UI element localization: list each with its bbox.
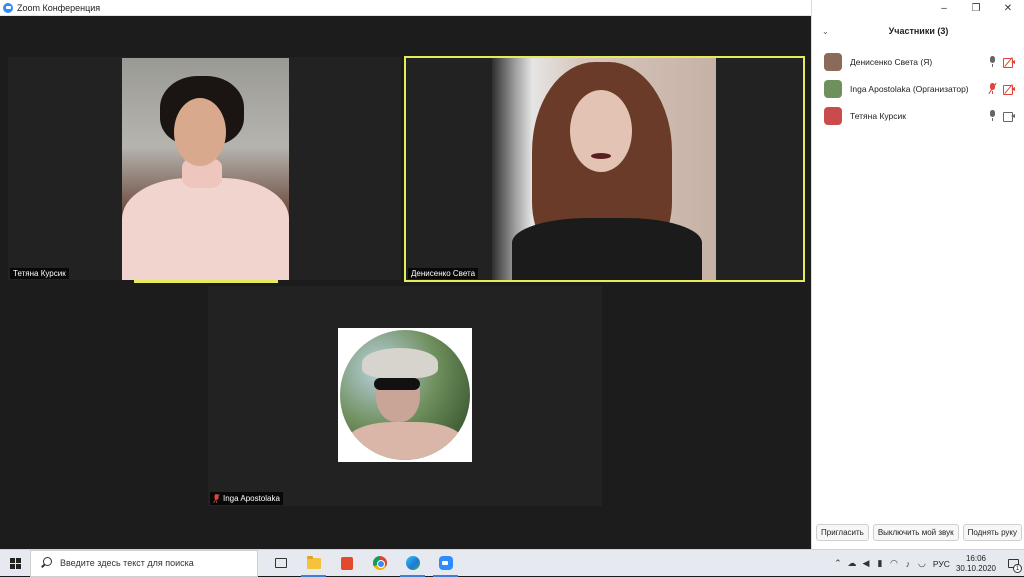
avatar xyxy=(824,52,842,71)
tile-name-label: Тетяна Курсик xyxy=(10,268,69,279)
minimize-button[interactable]: – xyxy=(928,0,960,16)
avatar xyxy=(824,79,842,98)
video-off-icon[interactable] xyxy=(1003,56,1015,68)
system-tray: ⌃ ☁ ◀ ▮ ◠ ♪ ◡ РУС 16:06 30.10.2020 1 xyxy=(831,550,1024,577)
mute-me-button[interactable]: Выключить мой звук xyxy=(872,524,959,541)
cloud-icon[interactable]: ☁ xyxy=(845,550,859,577)
windows-taskbar: ⌃ ☁ ◀ ▮ ◠ ♪ ◡ РУС 16:06 30.10.2020 1 xyxy=(0,549,1024,577)
restore-button[interactable]: ❐ xyxy=(960,0,992,16)
participant-video-denisenko xyxy=(492,58,716,280)
chrome-button[interactable] xyxy=(363,550,396,577)
close-button[interactable]: ✕ xyxy=(992,0,1024,16)
tile-name-label: Денисенко Света xyxy=(408,268,479,279)
task-view-button[interactable] xyxy=(264,550,297,577)
invite-button[interactable]: Пригласить xyxy=(816,524,869,541)
tile-name-label: Inga Apostolaka xyxy=(210,492,283,505)
edge-button[interactable] xyxy=(396,550,429,577)
muted-mic-icon[interactable] xyxy=(988,82,997,95)
avatar xyxy=(824,106,842,125)
window-titlebar: Zoom Конференция xyxy=(0,0,811,16)
zoom-app-icon xyxy=(3,2,13,13)
search-icon xyxy=(40,557,52,569)
network-icon[interactable]: ◠ xyxy=(887,550,901,577)
participants-title: Участники (3) xyxy=(888,26,949,36)
windows-logo-icon xyxy=(9,557,21,569)
participants-panel: – ❐ ✕ ⌄ Участники (3) Денисенко Света (Я… xyxy=(811,0,1024,549)
clock-time: 16:06 xyxy=(965,553,986,563)
language-indicator[interactable]: РУС xyxy=(933,559,950,569)
taskbar-apps xyxy=(264,550,462,577)
taskbar-clock[interactable]: 16:06 30.10.2020 xyxy=(956,554,996,574)
file-explorer-button[interactable] xyxy=(297,550,330,577)
window-controls: – ❐ ✕ xyxy=(928,0,1024,16)
speaker-icon[interactable]: ◀ xyxy=(859,550,873,577)
chrome-icon xyxy=(372,556,387,570)
zoom-taskbar-button[interactable] xyxy=(429,550,462,577)
participants-header: ⌄ Участники (3) xyxy=(812,22,1024,40)
office-button[interactable] xyxy=(330,550,363,577)
muted-mic-icon xyxy=(213,494,220,503)
participants-actions: Пригласить Выключить мой звук Поднять ру… xyxy=(816,524,1023,541)
office-icon xyxy=(340,556,353,570)
participant-row[interactable]: Тетяна Курсик xyxy=(812,102,1024,129)
volume-icon[interactable]: ♪ xyxy=(901,550,915,577)
notification-center-button[interactable]: 1 xyxy=(1002,550,1024,577)
video-icon[interactable] xyxy=(1003,111,1015,122)
clock-date: 30.10.2020 xyxy=(955,563,996,573)
participants-list: Денисенко Света (Я) Inga Apostolaka (Орг… xyxy=(812,48,1024,129)
headset-icon[interactable]: ◡ xyxy=(915,550,929,577)
edge-icon xyxy=(405,556,420,570)
participant-video-tetyana xyxy=(122,58,289,280)
task-view-icon xyxy=(274,558,287,568)
taskbar-search[interactable] xyxy=(30,549,258,577)
mic-icon[interactable] xyxy=(989,110,996,121)
mic-icon[interactable] xyxy=(989,56,996,67)
notification-count: 1 xyxy=(1013,564,1022,573)
zoom-icon xyxy=(438,556,453,570)
speaking-indicator xyxy=(134,280,278,283)
window-title: Zoom Конференция xyxy=(17,2,101,13)
participant-row[interactable]: Inga Apostolaka (Организатор) xyxy=(812,75,1024,102)
video-gallery: Тетяна Курсик Денисенко Света Inga Apost… xyxy=(0,16,811,549)
participant-avatar-inga xyxy=(338,328,472,462)
start-button[interactable] xyxy=(0,550,30,577)
chevron-up-icon[interactable]: ⌃ xyxy=(831,550,845,577)
raise-hand-button[interactable]: Поднять руку xyxy=(962,524,1023,541)
search-input[interactable] xyxy=(60,558,250,568)
video-off-icon[interactable] xyxy=(1003,83,1015,95)
participant-row[interactable]: Денисенко Света (Я) xyxy=(812,48,1024,75)
folder-icon xyxy=(306,555,321,569)
microphone-icon[interactable]: ▮ xyxy=(873,550,887,577)
